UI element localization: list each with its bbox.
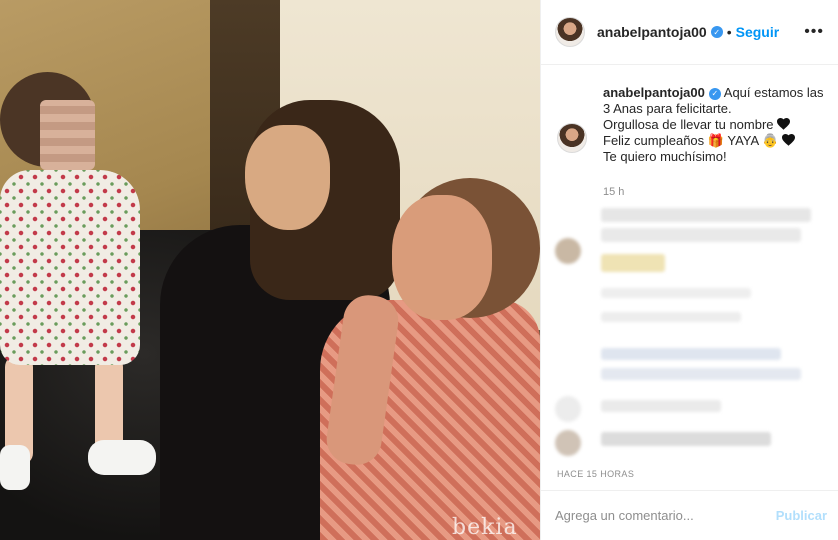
photo-baby-dress [0, 170, 140, 365]
post-side-panel: anabelpantoja00 ✓ • Seguir ••• anabelpan… [540, 0, 838, 540]
photo-watermark: bekia [452, 515, 518, 540]
caption-text: anabelpantoja00 ✓ Aquí estamos las 3 Anas… [603, 85, 824, 200]
blurred-comments [555, 200, 838, 460]
black-heart-icon [781, 134, 795, 146]
caption-time-ago[interactable]: 15 h [603, 184, 824, 200]
blurred-avatar [555, 238, 581, 264]
caption-avatar[interactable] [557, 123, 587, 153]
caption-text-4b: YAYA [727, 133, 759, 148]
comment-bar: Publicar [541, 490, 838, 540]
grandma-emoji-icon: 👵 [762, 133, 779, 148]
more-options-icon[interactable]: ••• [804, 23, 824, 41]
black-heart-icon [777, 118, 791, 130]
caption-line: Orgullosa de llevar tu nombre [603, 117, 824, 133]
post-comment-button[interactable]: Publicar [776, 508, 827, 523]
caption-line: Te quiero muchísimo! [603, 149, 727, 164]
header-username[interactable]: anabelpantoja00 [597, 24, 707, 40]
instagram-post: bekia anabelpantoja00 ✓ • Seguir ••• ana… [0, 0, 838, 540]
post-photo[interactable]: bekia [0, 0, 540, 540]
caption-text-4a: Feliz cumpleaños [603, 133, 705, 148]
photo-baby-shoe [0, 445, 30, 490]
blurred-text [601, 368, 801, 380]
header-separator: • [726, 24, 732, 40]
photo-baby-face-pixelated [40, 100, 95, 170]
caption-username[interactable]: anabelpantoja00 [603, 85, 705, 100]
blurred-text [601, 288, 751, 298]
comment-input[interactable] [555, 508, 776, 523]
gift-emoji-icon: 🎁 [707, 133, 724, 148]
caption: anabelpantoja00 ✓ Aquí estamos las 3 Anas… [541, 65, 838, 200]
caption-text-3: Orgullosa de llevar tu nombre [603, 117, 774, 132]
blurred-text [601, 348, 781, 360]
caption-line: 3 Anas para felicitarte. [603, 101, 732, 116]
blurred-text [601, 312, 741, 322]
verified-badge-icon: ✓ [710, 26, 723, 38]
blurred-text [601, 432, 771, 446]
blurred-avatar [555, 430, 581, 456]
blurred-avatar [555, 396, 581, 422]
post-header: anabelpantoja00 ✓ • Seguir ••• [541, 0, 838, 65]
blurred-text [601, 208, 811, 222]
photo-grandma-face [392, 195, 492, 320]
caption-text-1: Aquí estamos las [723, 85, 824, 100]
photo-baby-shoe [88, 440, 156, 475]
blurred-text [601, 254, 665, 272]
photo-woman-face [245, 125, 330, 230]
follow-button[interactable]: Seguir [736, 24, 780, 40]
avatar[interactable] [555, 17, 585, 47]
blurred-text [601, 400, 721, 412]
verified-badge-icon: ✓ [708, 87, 721, 100]
caption-line: anabelpantoja00 ✓ Aquí estamos las [603, 85, 824, 101]
post-date: HACE 15 HORAS [557, 469, 635, 479]
blurred-text [601, 228, 801, 242]
caption-line: Feliz cumpleaños 🎁 YAYA 👵 [603, 133, 824, 149]
